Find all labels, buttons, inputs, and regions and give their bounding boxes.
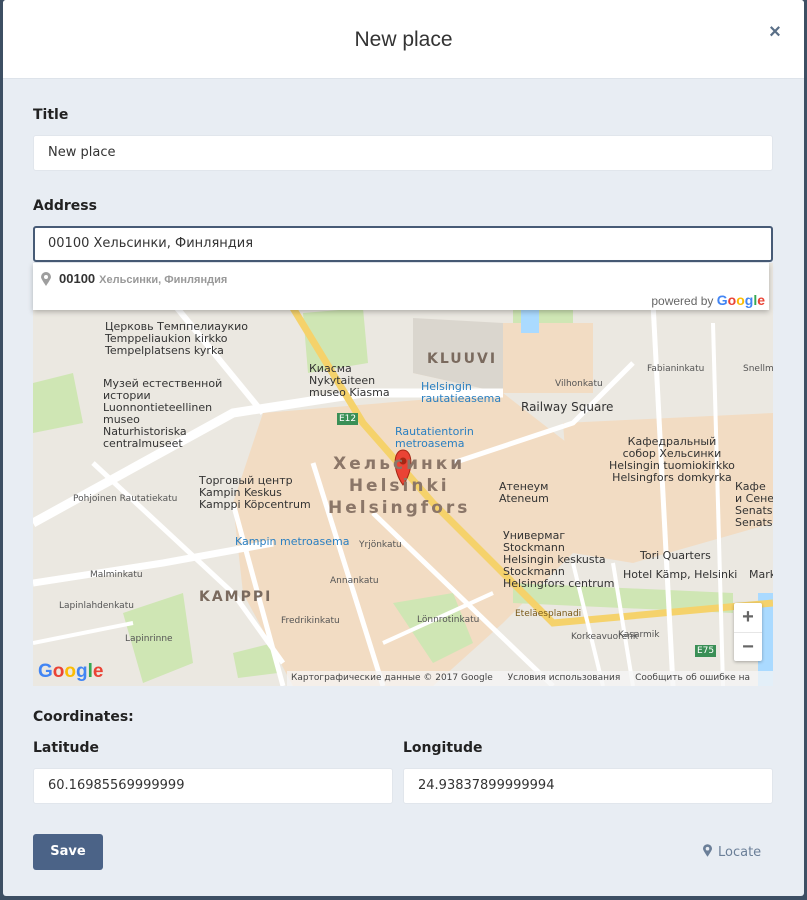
powered-by-google: powered by Google: [651, 292, 765, 308]
map-label-ateneum: Атенеум Ateneum: [499, 480, 549, 505]
map-label-marker-end: Mark: [749, 568, 773, 581]
street-annankatu: Annankatu: [330, 576, 379, 586]
map-label-stockmann: Универмаг Stockmann Helsingin keskusta S…: [503, 529, 615, 590]
map-label-metro: Rautatientorin metroasema: [395, 425, 474, 450]
map-label-kiasma: Киасма Nykytaiteen museo Kiasma: [309, 362, 390, 399]
street-etelaesplanadi: Eteläesplanadi: [515, 609, 582, 619]
longitude-field[interactable]: 24.93837899999994: [403, 768, 773, 804]
street-fredrikinkatu: Fredrikinkatu: [281, 616, 340, 626]
map-label-railway-square: Railway Square: [521, 400, 614, 414]
address-label: Address: [33, 198, 97, 214]
map-label-church: Церковь Темппелиаукио Temppeliaukion kir…: [105, 320, 249, 357]
map-label-kamppi-metro: Kampin metroasema: [235, 535, 350, 548]
latitude-field[interactable]: 60.16985569999999: [33, 768, 393, 804]
locate-label: Locate: [718, 845, 762, 860]
street-pohjoinen: Pohjoinen Rautatiekatu: [73, 494, 178, 504]
address-suggestions: 00100 Хельсинки, Финляндия powered by Goo…: [33, 263, 769, 310]
map-label-kamppi: KAMPPI: [199, 589, 273, 605]
modal-title: New place: [354, 28, 453, 51]
street-yrjonkatu: Yrjönkatu: [359, 540, 402, 550]
address-field[interactable]: 00100 Хельсинки, Финляндия: [33, 226, 773, 262]
street-lonnrotinkatu: Lönnrotinkatu: [417, 615, 480, 625]
map-label-cathedral: Кафедральный собор Хельсинки Helsingin t…: [609, 435, 735, 484]
street-vilhonkatu: Vilhonkatu: [555, 379, 603, 389]
latitude-label: Latitude: [33, 740, 100, 756]
map-label-station: Helsingin rautatieasema: [421, 380, 502, 405]
map-label-kamppi-center: Торговый центр Kampin Keskus Kamppi Köpc…: [199, 474, 311, 511]
map-pin-icon: [41, 272, 51, 286]
street-snellmaninkatu: Snellmaninkatu: [743, 364, 773, 374]
street-lapinlahdenkatu: Lapinlahdenkatu: [59, 601, 134, 611]
suggestion-secondary-text: Хельсинки, Финляндия: [99, 274, 228, 286]
road-sign-e12: E12: [337, 413, 359, 425]
map-label-kluuvi: KLUUVI: [427, 351, 498, 367]
map-label-museum: Музей естественной истории Luonnontietee…: [103, 377, 223, 450]
suggestion-item[interactable]: 00100 Хельсинки, Финляндия: [33, 263, 769, 293]
coordinates-label: Coordinates:: [33, 709, 134, 725]
map-label-senate: Кафе и Сене Senats Senats: [735, 480, 773, 529]
title-label: Title: [33, 107, 69, 123]
zoom-in-button[interactable]: +: [734, 603, 762, 632]
new-place-modal: New place × Title New place Address 0010…: [3, 0, 804, 896]
map-label-city: Хельсинки Helsinki Helsingfors: [328, 454, 471, 518]
location-pin-icon: [703, 844, 712, 857]
modal-header: New place ×: [3, 0, 804, 79]
google-logo: Google: [38, 661, 104, 682]
longitude-label: Longitude: [403, 740, 483, 756]
save-button[interactable]: Save: [33, 834, 103, 870]
street-malminkatu: Malminkatu: [90, 570, 143, 580]
suggestion-main-text: 00100: [59, 271, 96, 286]
map-terms-link[interactable]: Условия использования: [508, 673, 621, 683]
map-label-tori-quarters: Tori Quarters: [640, 549, 711, 562]
title-field[interactable]: New place: [33, 135, 773, 171]
locate-button[interactable]: Locate: [703, 844, 761, 860]
map-view[interactable]: Церковь Темппелиаукио Temppeliaukion kir…: [33, 263, 773, 686]
street-lapinrinne: Lapinrinne: [125, 634, 173, 644]
map-label-hotel-kamp: Hotel Kämp, Helsinki: [623, 568, 738, 581]
map-data-credit[interactable]: Картографические данные © 2017 Google: [291, 673, 493, 683]
zoom-control: + −: [734, 603, 762, 661]
zoom-out-button[interactable]: −: [734, 632, 762, 662]
street-kasarminkatu: Kasarmik: [618, 630, 660, 640]
street-fabianinkatu: Fabianinkatu: [647, 364, 705, 374]
road-sign-e75: E75: [695, 645, 717, 657]
map-attribution: Картографические данные © 2017 Google Ус…: [287, 671, 773, 686]
close-icon[interactable]: ×: [767, 22, 783, 42]
